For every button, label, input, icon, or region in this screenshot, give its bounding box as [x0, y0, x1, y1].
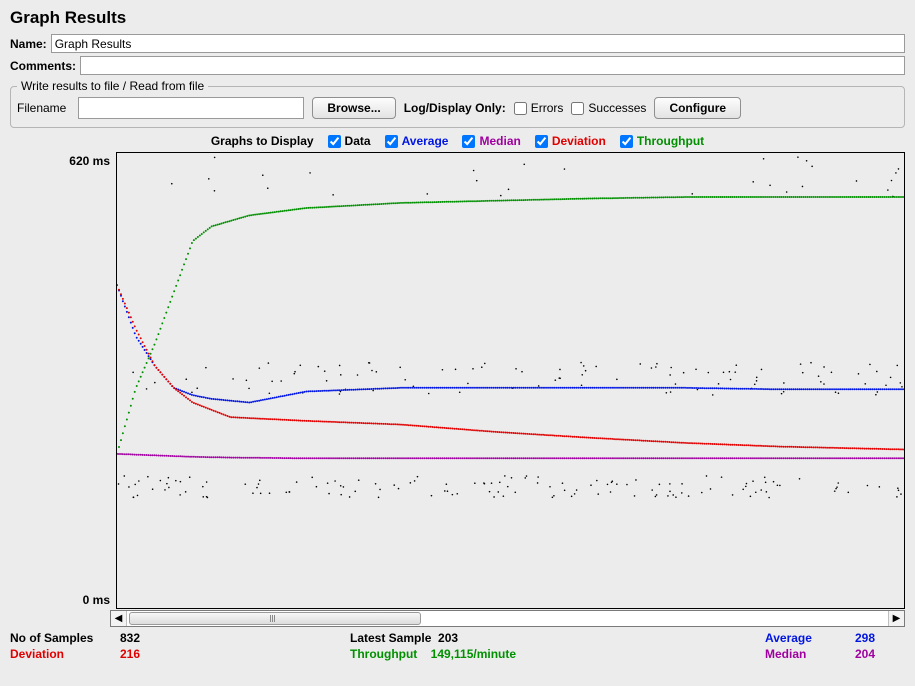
errors-label: Errors — [531, 101, 564, 115]
comments-row: Comments: — [10, 56, 905, 75]
graphs-toggles: Graphs to Display Data Average Median De… — [10, 134, 905, 148]
stat-samples-label: No of Samples — [10, 631, 120, 645]
toggle-data-label: Data — [345, 134, 371, 148]
toggle-deviation[interactable] — [535, 135, 548, 148]
chart-svg — [117, 153, 904, 608]
chart-canvas — [116, 152, 905, 609]
scroll-track[interactable] — [127, 611, 888, 626]
stat-throughput-value: 149,115/minute — [431, 647, 516, 661]
stat-latest-label: Latest Sample — [350, 631, 431, 645]
toggles-lead: Graphs to Display — [211, 134, 314, 148]
toggle-average-label: Average — [402, 134, 449, 148]
toggle-median[interactable] — [462, 135, 475, 148]
comments-input[interactable] — [80, 56, 905, 75]
y-axis-bottom: 0 ms — [83, 593, 110, 607]
logdisplay-label: Log/Display Only: — [404, 101, 506, 115]
scroll-right-arrow-icon[interactable]: ▶ — [888, 611, 904, 626]
stat-average-value: 298 — [855, 631, 905, 645]
file-group-legend: Write results to file / Read from file — [17, 79, 208, 93]
name-label: Name: — [10, 37, 47, 51]
stat-median-value: 204 — [855, 647, 905, 661]
page-title: Graph Results — [10, 8, 905, 28]
file-group: Write results to file / Read from file F… — [10, 79, 905, 128]
stat-deviation-label: Deviation — [10, 647, 120, 661]
y-axis: 620 ms 0 ms — [10, 152, 116, 609]
y-axis-top: 620 ms — [69, 154, 110, 168]
stats-grid: No of Samples 832 Latest Sample 203 Aver… — [10, 631, 905, 661]
name-input[interactable] — [51, 34, 905, 53]
comments-label: Comments: — [10, 59, 76, 73]
stat-median-label: Median — [765, 647, 855, 661]
successes-checkbox[interactable] — [571, 102, 584, 115]
toggle-deviation-label: Deviation — [552, 134, 606, 148]
name-row: Name: — [10, 34, 905, 53]
stat-average-label: Average — [765, 631, 855, 645]
filename-label: Filename — [17, 101, 66, 115]
toggle-median-label: Median — [479, 134, 520, 148]
chart-hscrollbar[interactable]: ◀ ▶ — [110, 610, 905, 627]
toggle-average[interactable] — [385, 135, 398, 148]
toggle-throughput[interactable] — [620, 135, 633, 148]
stat-throughput-label: Throughput — [350, 647, 417, 661]
filename-input[interactable] — [78, 97, 304, 119]
stat-samples-value: 832 — [120, 631, 180, 645]
stat-deviation-value: 216 — [120, 647, 180, 661]
stat-latest-value: 203 — [438, 631, 458, 645]
successes-label: Successes — [588, 101, 646, 115]
browse-button[interactable]: Browse... — [312, 97, 395, 119]
scroll-thumb[interactable] — [129, 612, 421, 625]
configure-button[interactable]: Configure — [654, 97, 741, 119]
errors-checkbox[interactable] — [514, 102, 527, 115]
toggle-data[interactable] — [328, 135, 341, 148]
toggle-throughput-label: Throughput — [637, 134, 704, 148]
scroll-left-arrow-icon[interactable]: ◀ — [111, 611, 127, 626]
